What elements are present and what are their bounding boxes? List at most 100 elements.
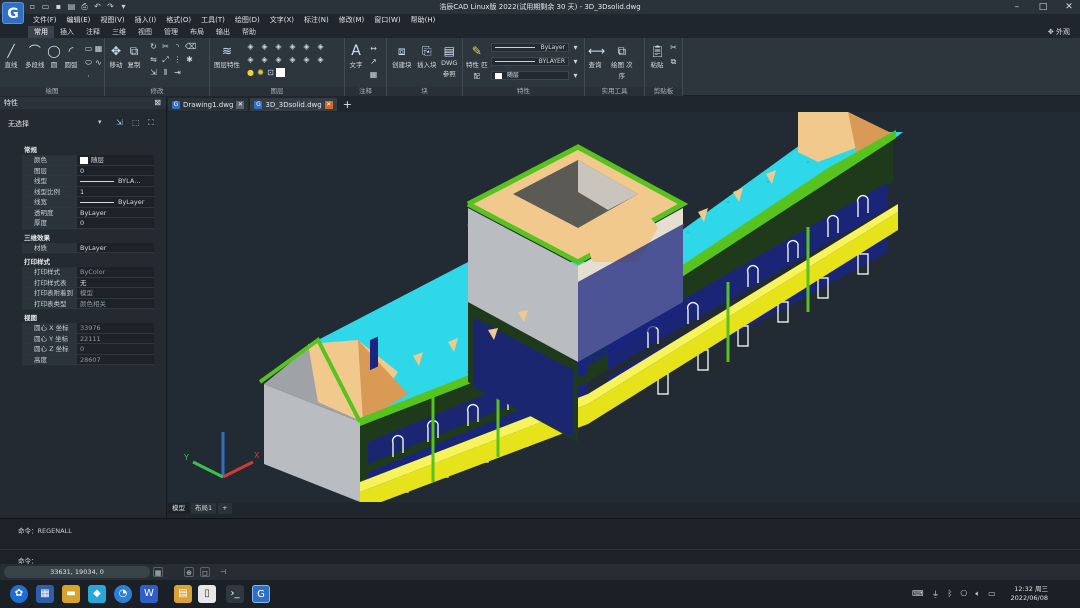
- property-row[interactable]: 线型 BYLA…: [22, 176, 154, 187]
- arc-tool[interactable]: ◜ 圆弧: [64, 44, 78, 69]
- property-row[interactable]: 打印样式 ByColor: [22, 267, 154, 278]
- line-tool[interactable]: ╱ 直线: [4, 44, 18, 69]
- fillet-icon[interactable]: ◝: [173, 42, 182, 51]
- tab-layout1[interactable]: 布局1: [191, 503, 217, 514]
- layer-unlock-icon[interactable]: ◈: [302, 55, 311, 64]
- gstarcad-taskbar-icon[interactable]: G: [252, 585, 270, 603]
- dropdown-chevron-icon[interactable]: ▾: [571, 57, 580, 66]
- erase-icon[interactable]: ⌫: [185, 42, 196, 51]
- insert-block-tool[interactable]: ⎘ 插入块: [417, 44, 437, 69]
- property-row[interactable]: 圆心 X 坐标 33976: [22, 323, 154, 334]
- copy-tool[interactable]: ⧉ 复制: [127, 44, 141, 69]
- apps-icon[interactable]: ▦: [36, 585, 54, 603]
- keyboard-icon[interactable]: ⌨: [912, 589, 924, 600]
- mirror-icon[interactable]: ⇋: [149, 55, 158, 64]
- menu-window[interactable]: 窗口(W): [369, 14, 405, 26]
- pickadd-icon[interactable]: ⇲: [116, 118, 123, 127]
- file-manager-icon[interactable]: ▬: [62, 585, 80, 603]
- add-layout-button[interactable]: +: [218, 503, 232, 514]
- layer-isolate-icon[interactable]: ◈: [260, 42, 269, 51]
- layer-state-icon[interactable]: ◈: [246, 42, 255, 51]
- tab-layout[interactable]: 布局: [184, 26, 210, 38]
- rotate-icon[interactable]: ↻: [149, 42, 158, 51]
- menu-insert[interactable]: 插入(I): [130, 14, 162, 26]
- point-icon[interactable]: ·: [84, 72, 93, 81]
- color-dropdown[interactable]: ByLayer: [491, 43, 569, 52]
- menu-dimension[interactable]: 标注(N): [299, 14, 334, 26]
- appearance-menu[interactable]: ✥ 外观: [1048, 26, 1070, 38]
- snap-icon[interactable]: ⊕: [184, 567, 194, 577]
- table-icon[interactable]: ▦: [369, 70, 378, 79]
- menu-tools[interactable]: 工具(T): [196, 14, 230, 26]
- network-icon[interactable]: ⎔: [960, 589, 967, 600]
- volume-icon[interactable]: 🔈︎: [975, 589, 980, 600]
- layer-color-swatch[interactable]: [276, 68, 285, 77]
- browser-icon[interactable]: ◔: [114, 585, 132, 603]
- menu-format[interactable]: 格式(O): [161, 14, 196, 26]
- paste-tool[interactable]: 📋︎ 粘贴: [650, 44, 665, 69]
- property-row[interactable]: 高度 28607: [22, 354, 154, 365]
- layer-freeze-icon[interactable]: ◈: [288, 42, 297, 51]
- move-tool[interactable]: ✥ 移动: [109, 44, 123, 69]
- menu-view[interactable]: 视图(V): [95, 14, 129, 26]
- menu-help[interactable]: 帮助(H): [406, 14, 441, 26]
- app-logo[interactable]: G: [2, 2, 24, 24]
- cut-icon[interactable]: ✂: [669, 43, 678, 52]
- tab-insert[interactable]: 插入: [54, 26, 80, 38]
- document-icon[interactable]: ▯: [198, 585, 216, 603]
- battery-icon[interactable]: ▭: [988, 589, 996, 600]
- property-row[interactable]: 线宽 ByLayer: [22, 197, 154, 208]
- sun-icon[interactable]: ✺: [256, 68, 265, 77]
- clock[interactable]: 12:32 周三 2022/06/08: [1011, 585, 1048, 603]
- hatch-icon[interactable]: ▦: [94, 44, 103, 53]
- layer-off-icon[interactable]: ◈: [274, 42, 283, 51]
- copy-clip-icon[interactable]: ⧉: [669, 57, 678, 66]
- tab-model[interactable]: 模型: [168, 503, 189, 514]
- dwg-reference-tool[interactable]: ▤ DWG 参照: [441, 44, 457, 78]
- offset-icon[interactable]: ⫴: [161, 68, 170, 77]
- match-properties-tool[interactable]: ✎ 特性 匹 配: [466, 44, 488, 80]
- explode-icon[interactable]: ✱: [185, 55, 194, 64]
- lightbulb-icon[interactable]: ●: [246, 68, 255, 77]
- dropdown-chevron-icon[interactable]: ▾: [571, 71, 580, 80]
- draw-order-tool[interactable]: ⧉ 绘图 次 序: [611, 44, 633, 80]
- create-block-tool[interactable]: ⧈ 创建块: [392, 44, 412, 69]
- dropdown-chevron-icon[interactable]: ▾: [571, 43, 580, 52]
- close-icon[interactable]: ✕: [1062, 1, 1076, 13]
- text-tool[interactable]: A 文字: [349, 44, 363, 69]
- menu-edit[interactable]: 编辑(E): [62, 14, 96, 26]
- tab-help[interactable]: 帮助: [236, 26, 262, 38]
- close-icon[interactable]: ✕: [324, 100, 333, 109]
- menu-modify[interactable]: 修改(M): [334, 14, 370, 26]
- scale-icon[interactable]: ⤢: [161, 55, 170, 64]
- layer-match-icon[interactable]: ◈: [316, 42, 325, 51]
- usb-icon[interactable]: ⏚: [932, 589, 940, 600]
- doc-tab-3dsolid[interactable]: G 3D_3Dsolid.dwg ✕: [250, 98, 337, 111]
- layer-prev-icon[interactable]: ◈: [246, 55, 255, 64]
- rectangle-icon[interactable]: ▭: [84, 44, 93, 53]
- polyline-tool[interactable]: ⌒ 多段线: [25, 44, 45, 69]
- select-objects-icon[interactable]: ⬚: [132, 118, 140, 127]
- bluetooth-icon[interactable]: ᛒ: [948, 589, 953, 600]
- minimize-icon[interactable]: –: [1010, 1, 1024, 13]
- property-row[interactable]: 线型比例 1: [22, 186, 154, 197]
- start-menu-icon[interactable]: ✿: [10, 585, 28, 603]
- drawing-viewport[interactable]: Y X: [168, 112, 1080, 502]
- chevron-down-icon[interactable]: ▾: [98, 118, 102, 126]
- ellipse-icon[interactable]: ⬭: [84, 58, 93, 67]
- ortho-icon[interactable]: ◻: [200, 567, 210, 577]
- property-row[interactable]: 材质 ByLayer: [22, 242, 154, 253]
- new-tab-button[interactable]: +: [339, 98, 356, 111]
- tab-view[interactable]: 视图: [132, 26, 158, 38]
- dimension-icon[interactable]: ↔: [369, 44, 378, 53]
- tab-3d[interactable]: 三维: [106, 26, 132, 38]
- linetype-dropdown[interactable]: BYLAYER: [491, 57, 569, 66]
- tab-manage[interactable]: 管理: [158, 26, 184, 38]
- tab-output[interactable]: 输出: [210, 26, 236, 38]
- close-icon[interactable]: ⊠: [154, 97, 161, 109]
- property-row[interactable]: 透明度 ByLayer: [22, 207, 154, 218]
- stretch-icon[interactable]: ⇲: [149, 68, 158, 77]
- grid-icon[interactable]: ▦: [153, 567, 163, 577]
- menu-file[interactable]: 文件(F): [28, 14, 62, 26]
- maximize-icon[interactable]: □: [1036, 1, 1050, 13]
